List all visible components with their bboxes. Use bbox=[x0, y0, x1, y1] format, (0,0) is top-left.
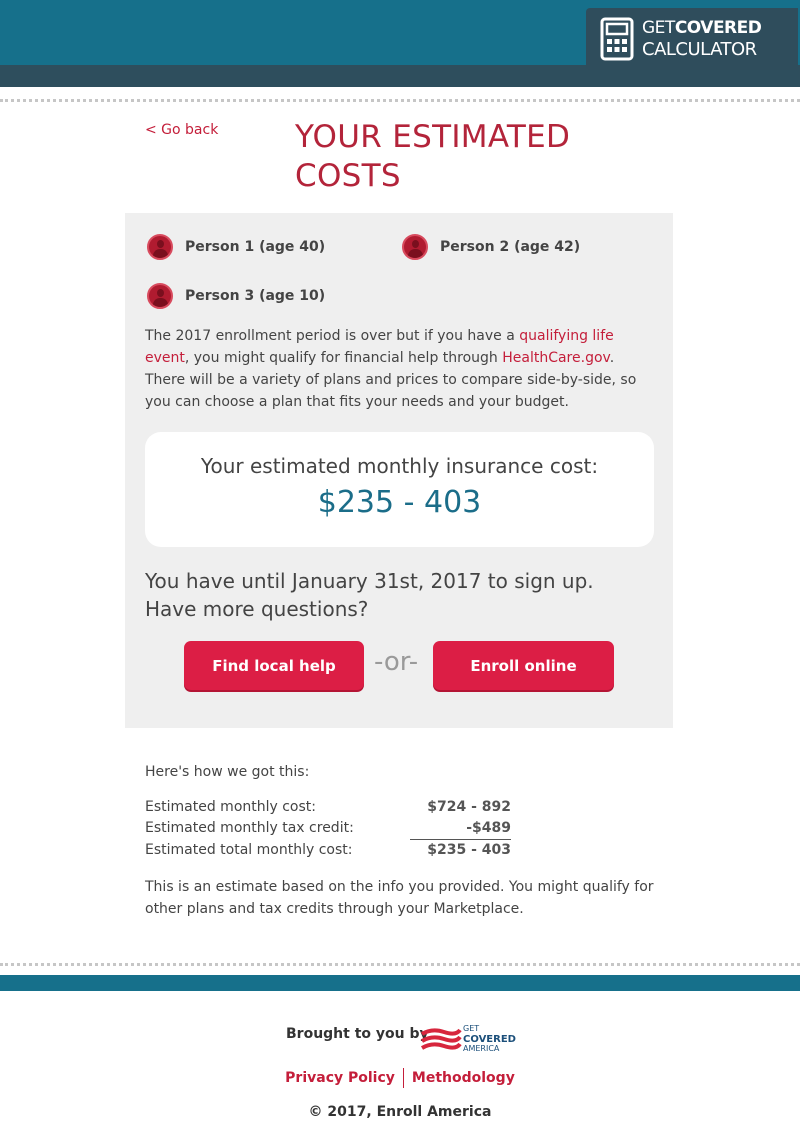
person-label: Person 1 (age 40) bbox=[185, 239, 326, 255]
link-separator bbox=[402, 1068, 404, 1088]
privacy-policy-link[interactable]: Privacy Policy bbox=[285, 1070, 395, 1086]
footer-band bbox=[0, 975, 800, 991]
top-dotted-divider bbox=[0, 99, 800, 102]
breakdown-label: Estimated monthly tax credit: bbox=[145, 820, 354, 836]
person-icon bbox=[402, 234, 428, 260]
calculator-icon bbox=[600, 17, 634, 61]
logo-text: GETCOVERED CALCULATOR bbox=[642, 18, 762, 60]
get-covered-calculator-logo[interactable]: GETCOVERED CALCULATOR bbox=[586, 8, 798, 70]
breakdown-value: -$489 bbox=[466, 820, 511, 836]
breakdown-sum-rule bbox=[410, 839, 511, 840]
estimated-cost-value: $235 - 403 bbox=[317, 485, 482, 520]
gca-line3: AMERICA bbox=[463, 1044, 500, 1053]
person-icon bbox=[147, 234, 173, 260]
breakdown-row: Estimated total monthly cost: $235 - 403 bbox=[145, 842, 513, 862]
enrollment-info: The 2017 enrollment period is over but i… bbox=[145, 328, 637, 410]
estimated-cost-label: Your estimated monthly insurance cost: bbox=[200, 454, 599, 478]
gca-line1: GET bbox=[463, 1024, 479, 1033]
page-title: YOUR ESTIMATED COSTS bbox=[295, 119, 571, 194]
person-1: Person 1 (age 40) bbox=[147, 234, 325, 260]
go-back-link[interactable]: < Go back bbox=[145, 122, 218, 138]
enroll-online-button[interactable]: Enroll online bbox=[433, 641, 614, 690]
bottom-dotted-divider bbox=[0, 963, 800, 966]
get-covered-america-logo[interactable]: GET COVERED AMERICA bbox=[420, 1020, 520, 1056]
breakdown-heading: Here's how we got this: bbox=[145, 764, 310, 780]
person-3: Person 3 (age 10) bbox=[147, 283, 325, 309]
healthcare-gov-link[interactable]: HealthCare.gov bbox=[502, 350, 610, 366]
breakdown-value: $235 - 403 bbox=[427, 842, 511, 858]
breakdown-value: $724 - 892 bbox=[427, 799, 511, 815]
breakdown-label: Estimated total monthly cost: bbox=[145, 842, 353, 858]
or-separator: -or- bbox=[374, 647, 419, 677]
person-label: Person 3 (age 10) bbox=[185, 288, 326, 304]
person-icon bbox=[147, 283, 173, 309]
find-local-help-button[interactable]: Find local help bbox=[184, 641, 364, 690]
footer-links: Privacy Policy Methodology bbox=[0, 1068, 800, 1088]
methodology-link[interactable]: Methodology bbox=[412, 1070, 515, 1086]
estimated-cost-card: Your estimated monthly insurance cost: $… bbox=[145, 432, 654, 547]
copyright: © 2017, Enroll America bbox=[308, 1104, 492, 1120]
breakdown-row: Estimated monthly tax credit: -$489 bbox=[145, 820, 513, 840]
breakdown-label: Estimated monthly cost: bbox=[145, 799, 317, 815]
deadline-text: You have until January 31st, 2017 to sig… bbox=[145, 569, 594, 621]
person-2: Person 2 (age 42) bbox=[402, 234, 580, 260]
person-label: Person 2 (age 42) bbox=[440, 239, 581, 255]
estimate-disclaimer: This is an estimate based on the info yo… bbox=[145, 879, 654, 917]
breakdown-row: Estimated monthly cost: $724 - 892 bbox=[145, 799, 513, 819]
brought-to-you-by: Brought to you by bbox=[286, 1026, 429, 1042]
